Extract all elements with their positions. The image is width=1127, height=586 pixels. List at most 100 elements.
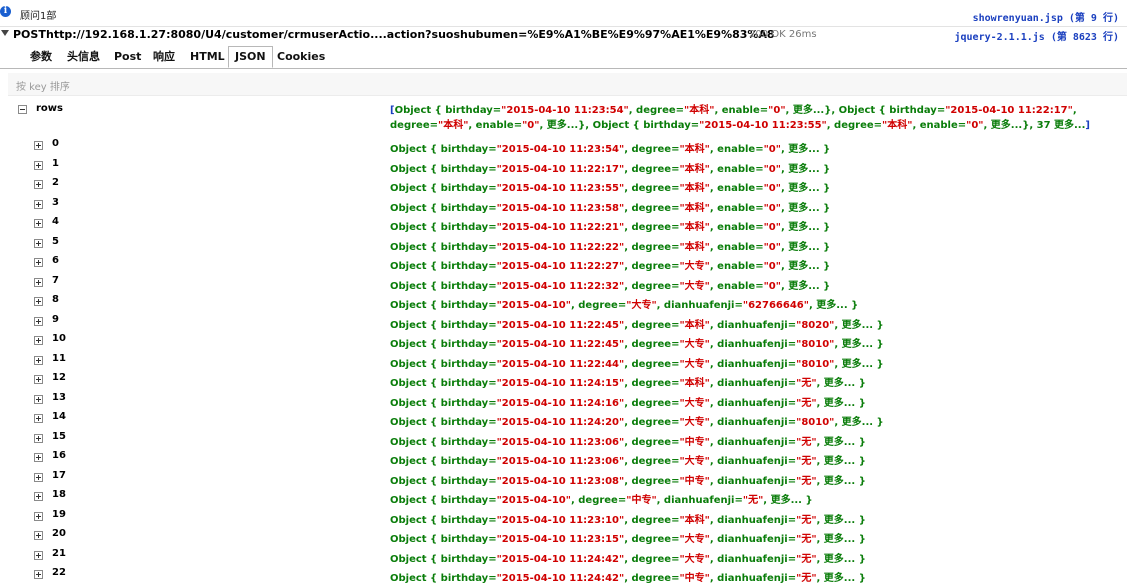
tree-key-index[interactable]: 1 [52, 158, 59, 169]
tab-cookies[interactable]: Cookies [271, 47, 331, 67]
object-preview[interactable]: Object { birthday="2015-04-10 11:23:06",… [390, 452, 866, 467]
object-preview[interactable]: Object { birthday="2015-04-10 11:23:54",… [390, 140, 830, 155]
expand-plus-icon[interactable] [34, 551, 43, 560]
tree-key-index[interactable]: 13 [52, 392, 66, 403]
object-preview[interactable]: Object { birthday="2015-04-10 11:22:27",… [390, 257, 830, 272]
tab-post[interactable]: Post [108, 47, 147, 67]
object-preview[interactable]: Object { birthday="2015-04-10 11:22:45",… [390, 316, 884, 331]
tree-key-index[interactable]: 10 [52, 333, 66, 344]
tab-response[interactable]: 响应 [147, 47, 181, 67]
tree-key-index[interactable]: 11 [52, 353, 66, 364]
collapse-minus-icon[interactable] [18, 105, 27, 114]
object-preview[interactable]: Object { birthday="2015-04-10 11:23:06",… [390, 433, 866, 448]
value-segment: "本科" [679, 378, 710, 389]
expand-plus-icon[interactable] [34, 453, 43, 462]
tree-key-index[interactable]: 4 [52, 216, 59, 227]
tree-key-index[interactable]: 0 [52, 138, 59, 149]
value-segment: , dianhuafenji= [709, 378, 797, 389]
expand-plus-icon[interactable] [34, 375, 43, 384]
object-preview[interactable]: Object { birthday="2015-04-10 11:22:45",… [390, 335, 884, 350]
expand-plus-icon[interactable] [34, 531, 43, 540]
tree-key-index[interactable]: 7 [52, 275, 59, 286]
object-preview[interactable]: Object { birthday="2015-04-10 11:24:20",… [390, 413, 884, 428]
expand-plus-icon[interactable] [34, 434, 43, 443]
value-segment: "0" [763, 203, 781, 214]
value-segment: , enable= [709, 203, 764, 214]
object-preview[interactable]: Object { birthday="2015-04-10", degree="… [390, 491, 813, 506]
object-preview[interactable]: Object { birthday="2015-04-10 11:22:32",… [390, 277, 830, 292]
expand-plus-icon[interactable] [34, 317, 43, 326]
tree-key-index[interactable]: 6 [52, 255, 59, 266]
expand-plus-icon[interactable] [34, 141, 43, 150]
tab-params[interactable]: 参数 [24, 47, 58, 67]
value-segment: "无" [796, 554, 817, 565]
tree-key-index[interactable]: 17 [52, 470, 66, 481]
value-segment: "2015-04-10 11:23:06" [496, 456, 625, 467]
tree-key-index[interactable]: 21 [52, 548, 66, 559]
tree-key-index[interactable]: 14 [52, 411, 66, 422]
object-preview[interactable]: Object { birthday="2015-04-10 11:23:55",… [390, 179, 830, 194]
object-preview[interactable]: Object { birthday="2015-04-10 11:24:16",… [390, 394, 866, 409]
tree-key-rows[interactable]: rows [36, 103, 63, 114]
tab-json[interactable]: JSON [228, 46, 273, 68]
object-preview[interactable]: Object { birthday="2015-04-10 11:24:42",… [390, 569, 866, 584]
request-url[interactable]: http://192.168.1.27:8080/U4/customer/crm… [46, 28, 775, 41]
expand-plus-icon[interactable] [34, 512, 43, 521]
tree-key-index[interactable]: 2 [52, 177, 59, 188]
tree-key-index[interactable]: 5 [52, 236, 59, 247]
object-preview[interactable]: Object { birthday="2015-04-10 11:22:17",… [390, 160, 830, 175]
expand-plus-icon[interactable] [34, 161, 43, 170]
object-preview[interactable]: Object { birthday="2015-04-10 11:24:15",… [390, 374, 866, 389]
value-segment: "本科" [679, 164, 710, 175]
value-segment: "大专" [679, 554, 710, 565]
value-segment: , enable= [709, 183, 764, 194]
object-preview[interactable]: Object { birthday="2015-04-10 11:24:42",… [390, 550, 866, 565]
value-segment: "2015-04-10" [496, 495, 571, 506]
tab-html[interactable]: HTML [184, 47, 231, 67]
object-preview[interactable]: Object { birthday="2015-04-10", degree="… [390, 296, 858, 311]
tree-key-index[interactable]: 16 [52, 450, 66, 461]
expand-plus-icon[interactable] [34, 492, 43, 501]
value-segment: "0" [763, 222, 781, 233]
expand-plus-icon[interactable] [34, 473, 43, 482]
object-preview[interactable]: Object { birthday="2015-04-10 11:22:22",… [390, 238, 830, 253]
expand-plus-icon[interactable] [34, 258, 43, 267]
object-preview[interactable]: Object { birthday="2015-04-10 11:22:21",… [390, 218, 830, 233]
object-preview[interactable]: Object { birthday="2015-04-10 11:23:08",… [390, 472, 866, 487]
expand-plus-icon[interactable] [34, 395, 43, 404]
expand-plus-icon[interactable] [34, 278, 43, 287]
tree-key-index[interactable]: 3 [52, 197, 59, 208]
tree-key-index[interactable]: 9 [52, 314, 59, 325]
expand-plus-icon[interactable] [34, 356, 43, 365]
expand-plus-icon[interactable] [34, 297, 43, 306]
tree-key-index[interactable]: 8 [52, 294, 59, 305]
source-link-showrenyuan[interactable]: showrenyuan.jsp (第 9 行) [973, 9, 1119, 24]
tree-key-index[interactable]: 18 [52, 489, 66, 500]
value-segment: , 更多... } [816, 398, 866, 409]
expand-plus-icon[interactable] [34, 414, 43, 423]
tree-key-index[interactable]: 12 [52, 372, 66, 383]
tab-headers[interactable]: 头信息 [61, 47, 106, 67]
object-preview[interactable]: Object { birthday="2015-04-10 11:23:10",… [390, 511, 866, 526]
sort-by-key-button[interactable]: 按 key 排序 [16, 78, 70, 93]
expand-plus-icon[interactable] [34, 219, 43, 228]
tree-key-index[interactable]: 19 [52, 509, 66, 520]
object-preview[interactable]: Object { birthday="2015-04-10 11:23:58",… [390, 199, 830, 214]
rows-array-summary[interactable]: [Object { birthday="2015-04-10 11:23:54"… [390, 103, 1127, 133]
collapse-triangle-icon[interactable] [1, 30, 9, 36]
value-segment: , 更多... } [816, 437, 866, 448]
source-link-jquery[interactable]: jquery-2.1.1.js (第 8623 行) [955, 28, 1120, 43]
value-segment: "8010" [796, 359, 835, 370]
expand-plus-icon[interactable] [34, 570, 43, 579]
object-preview[interactable]: Object { birthday="2015-04-10 11:23:15",… [390, 530, 866, 545]
tree-key-index[interactable]: 15 [52, 431, 66, 442]
value-segment: "本科" [679, 320, 710, 331]
expand-plus-icon[interactable] [34, 200, 43, 209]
expand-plus-icon[interactable] [34, 239, 43, 248]
expand-plus-icon[interactable] [34, 336, 43, 345]
expand-plus-icon[interactable] [34, 180, 43, 189]
value-segment: "大专" [679, 261, 710, 272]
tree-key-index[interactable]: 20 [52, 528, 66, 539]
object-preview[interactable]: Object { birthday="2015-04-10 11:22:44",… [390, 355, 884, 370]
tree-row: 4 Object { birthday="2015-04-10 11:22:21"… [0, 216, 1127, 235]
